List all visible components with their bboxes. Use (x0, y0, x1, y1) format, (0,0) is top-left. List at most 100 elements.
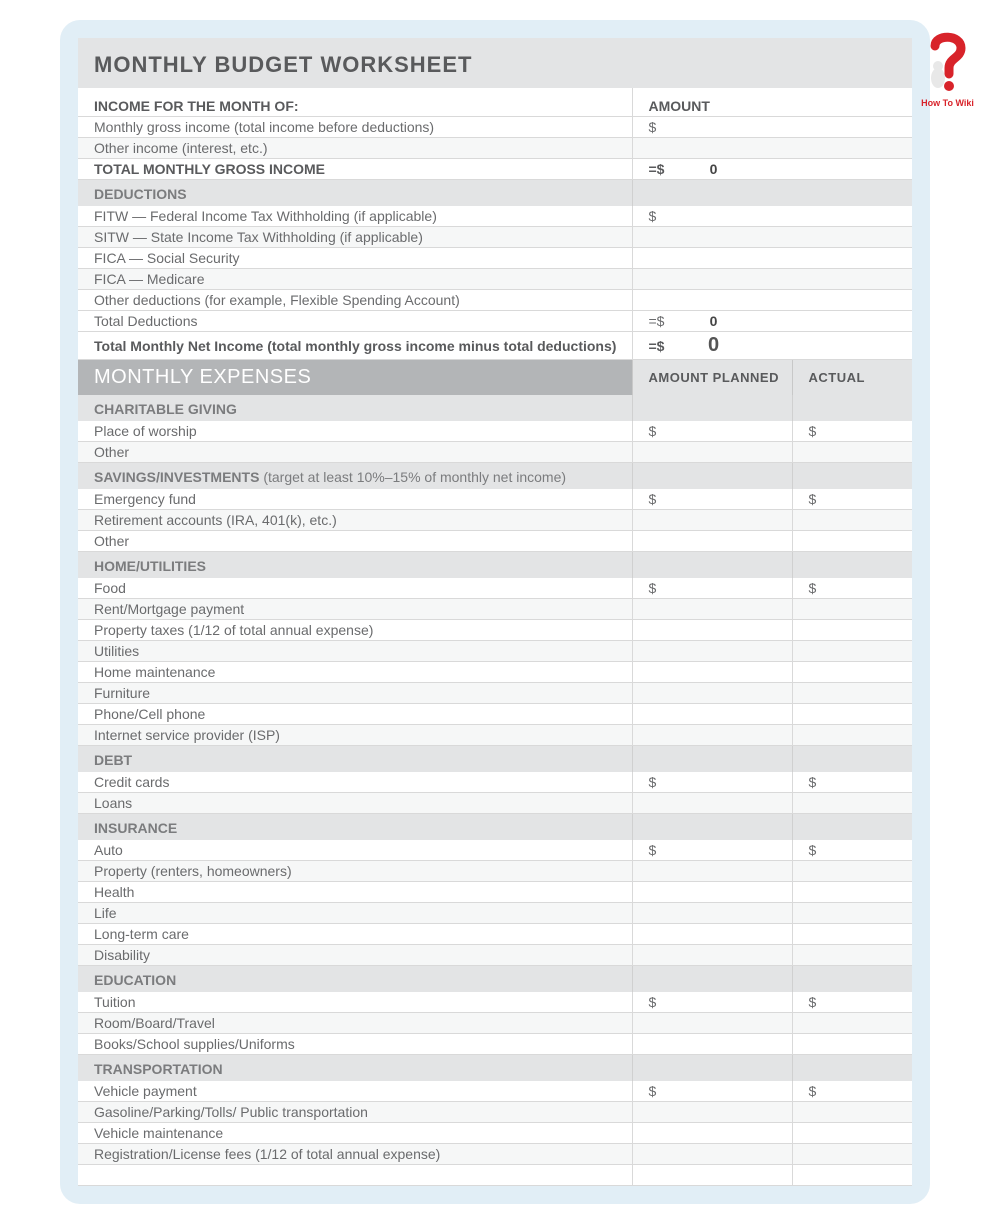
expense-row-label: Disability (78, 945, 632, 966)
expense-row-label: Room/Board/Travel (78, 1013, 632, 1034)
deduction-row-amount[interactable] (632, 290, 912, 311)
expense-row-planned[interactable] (632, 620, 792, 641)
income-row: Other income (interest, etc.) (78, 138, 912, 159)
total-deductions-amount: =$0 (632, 311, 912, 332)
expense-row-actual[interactable] (792, 620, 912, 641)
expense-row: Tuition$$ (78, 992, 912, 1013)
expense-row-actual[interactable] (792, 599, 912, 620)
expense-row-label: Life (78, 903, 632, 924)
expense-section-title: CHARITABLE GIVING (78, 395, 632, 421)
expense-row: Books/School supplies/Uniforms (78, 1034, 912, 1055)
expense-row-actual[interactable] (792, 1034, 912, 1055)
expense-section-title: TRANSPORTATION (78, 1055, 632, 1082)
expense-row-actual[interactable] (792, 725, 912, 746)
expense-row-planned[interactable] (632, 725, 792, 746)
expense-row-planned[interactable] (632, 945, 792, 966)
total-gross-label: TOTAL MONTHLY GROSS INCOME (78, 159, 632, 180)
expense-row-planned[interactable]: $ (632, 578, 792, 599)
expense-row-actual[interactable] (792, 1144, 912, 1165)
net-income-amount: =$0 (632, 332, 912, 360)
expense-row-label: Credit cards (78, 772, 632, 793)
expense-row: Phone/Cell phone (78, 704, 912, 725)
expense-row-planned[interactable] (632, 510, 792, 531)
expense-row-planned[interactable] (632, 1144, 792, 1165)
deduction-row-label: Other deductions (for example, Flexible … (78, 290, 632, 311)
net-income-row: Total Monthly Net Income (total monthly … (78, 332, 912, 360)
expense-row-planned[interactable] (632, 793, 792, 814)
expense-row-actual[interactable] (792, 510, 912, 531)
deduction-row-amount[interactable]: $ (632, 206, 912, 227)
expense-row-label: Long-term care (78, 924, 632, 945)
expense-row-actual[interactable] (792, 1102, 912, 1123)
expense-row-planned[interactable] (632, 442, 792, 463)
income-header-row: INCOME FOR THE MONTH OF: AMOUNT (78, 88, 912, 117)
expense-row-planned[interactable]: $ (632, 1081, 792, 1102)
expense-row: Retirement accounts (IRA, 401(k), etc.) (78, 510, 912, 531)
income-row-amount[interactable] (632, 138, 912, 159)
expense-row-planned[interactable] (632, 1102, 792, 1123)
expense-row-actual[interactable] (792, 641, 912, 662)
expense-row-actual[interactable] (792, 1013, 912, 1034)
expense-row-actual[interactable]: $ (792, 992, 912, 1013)
expense-row-label: Food (78, 578, 632, 599)
expense-row-actual[interactable] (792, 704, 912, 725)
col-actual: ACTUAL (792, 360, 912, 396)
expense-row-planned[interactable]: $ (632, 840, 792, 861)
expense-row-actual[interactable]: $ (792, 421, 912, 442)
expense-row-planned[interactable] (632, 531, 792, 552)
expense-row: Property taxes (1/12 of total annual exp… (78, 620, 912, 641)
expense-row-planned[interactable] (632, 903, 792, 924)
expense-row-actual[interactable] (792, 662, 912, 683)
deduction-row-label: FICA — Medicare (78, 269, 632, 290)
expense-row-actual[interactable] (792, 903, 912, 924)
expense-row-planned[interactable] (632, 704, 792, 725)
expense-row-actual[interactable]: $ (792, 772, 912, 793)
expense-row-actual[interactable] (792, 945, 912, 966)
expense-row-planned[interactable] (632, 1034, 792, 1055)
expense-row-planned[interactable] (632, 683, 792, 704)
expense-row-label: Tuition (78, 992, 632, 1013)
expense-row-planned[interactable]: $ (632, 772, 792, 793)
expense-row-planned[interactable] (632, 662, 792, 683)
expense-row-actual[interactable] (792, 683, 912, 704)
expense-row-actual[interactable] (792, 531, 912, 552)
expense-row-planned[interactable]: $ (632, 992, 792, 1013)
expense-row-actual[interactable] (792, 793, 912, 814)
expense-row: Home maintenance (78, 662, 912, 683)
col-planned: AMOUNT PLANNED (632, 360, 792, 396)
expense-row-actual[interactable]: $ (792, 578, 912, 599)
amount-header: AMOUNT (632, 88, 912, 117)
deductions-title: DEDUCTIONS (78, 180, 632, 207)
expense-section-title: INSURANCE (78, 814, 632, 841)
expense-row-actual[interactable] (792, 924, 912, 945)
expense-row-planned[interactable] (632, 924, 792, 945)
expense-row-planned[interactable] (632, 599, 792, 620)
expense-row-label: Loans (78, 793, 632, 814)
expense-row-actual[interactable] (792, 442, 912, 463)
expense-row-planned[interactable] (632, 861, 792, 882)
expense-row-planned[interactable]: $ (632, 421, 792, 442)
expense-row-planned[interactable] (632, 1123, 792, 1144)
expense-row-planned[interactable] (632, 641, 792, 662)
expense-row: Vehicle payment$$ (78, 1081, 912, 1102)
expense-row-label: Other (78, 442, 632, 463)
expense-row-actual[interactable]: $ (792, 489, 912, 510)
expense-row-actual[interactable]: $ (792, 840, 912, 861)
expense-row: Other (78, 442, 912, 463)
expense-row-planned[interactable]: $ (632, 489, 792, 510)
deduction-row-amount[interactable] (632, 269, 912, 290)
income-row-amount[interactable]: $ (632, 117, 912, 138)
expense-row-planned[interactable] (632, 1013, 792, 1034)
deduction-row-amount[interactable] (632, 227, 912, 248)
expense-section-header: INSURANCE (78, 814, 912, 841)
expense-row-actual[interactable] (792, 1123, 912, 1144)
expense-row-actual[interactable] (792, 882, 912, 903)
expense-row-actual[interactable] (792, 861, 912, 882)
expense-row-actual[interactable]: $ (792, 1081, 912, 1102)
total-gross-amount: =$0 (632, 159, 912, 180)
deduction-row-amount[interactable] (632, 248, 912, 269)
expense-row: Health (78, 882, 912, 903)
deduction-row-label: FICA — Social Security (78, 248, 632, 269)
expense-row-planned[interactable] (632, 882, 792, 903)
logo: How To Wiki (915, 28, 980, 108)
